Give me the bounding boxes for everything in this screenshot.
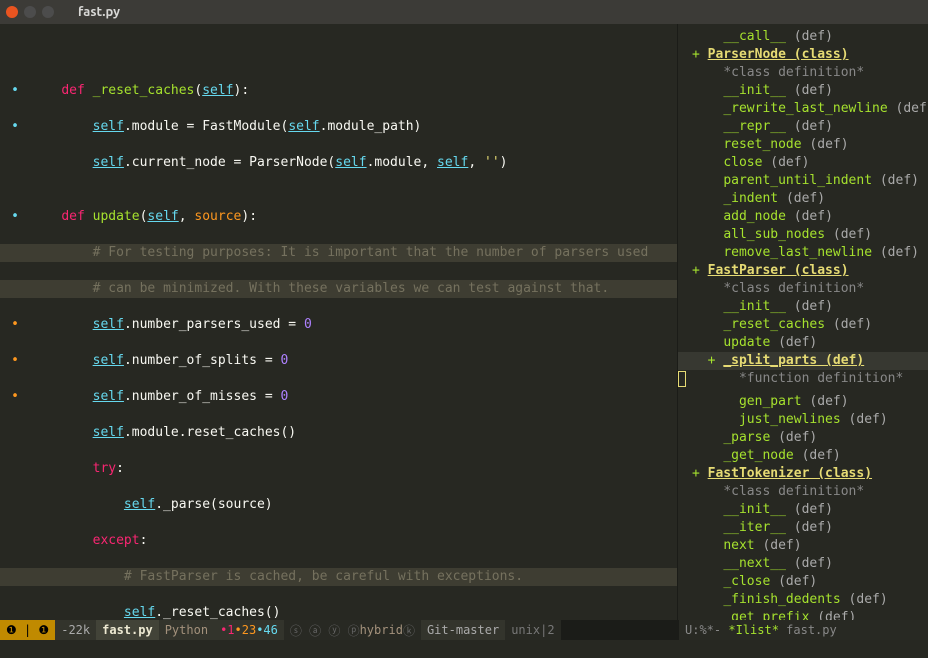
outline-item[interactable]: next (def): [678, 537, 928, 555]
outline-item[interactable]: _indent (def): [678, 190, 928, 208]
outline-item[interactable]: _get_node (def): [678, 447, 928, 465]
window-controls: [6, 6, 54, 18]
code-area[interactable]: • def _reset_caches(self): • self.module…: [0, 24, 677, 620]
outline-pane[interactable]: __call__ (def)+ ParserNode (class) *clas…: [678, 24, 928, 620]
outline-item[interactable]: + FastParser (class): [678, 262, 928, 280]
outline-body[interactable]: __call__ (def)+ ParserNode (class) *clas…: [678, 24, 928, 620]
outline-item[interactable]: _close (def): [678, 573, 928, 591]
minimize-icon[interactable]: [24, 6, 36, 18]
modeline-left: ❶ | ❶ - 22k fast.py Python •1 •23 •46 ⓢ …: [0, 620, 678, 640]
outline-item[interactable]: parent_until_indent (def): [678, 172, 928, 190]
outline-item[interactable]: __init__ (def): [678, 298, 928, 316]
modeline-encoding: unix | 2: [505, 620, 560, 640]
modeline-dash: - 22k: [55, 620, 96, 640]
maximize-icon[interactable]: [42, 6, 54, 18]
outline-item[interactable]: *class definition*: [678, 483, 928, 501]
outline-item[interactable]: __init__ (def): [678, 82, 928, 100]
modeline-row: ❶ | ❶ - 22k fast.py Python •1 •23 •46 ⓢ …: [0, 620, 928, 640]
titlebar: fast.py: [0, 0, 928, 24]
outline-item[interactable]: + _split_parts (def): [678, 352, 928, 370]
outline-item[interactable]: __iter__ (def): [678, 519, 928, 537]
modeline-flycheck: •1 •23 •46: [214, 620, 284, 640]
outline-item[interactable]: + ParserNode (class): [678, 46, 928, 64]
outline-item[interactable]: *class definition*: [678, 280, 928, 298]
outline-item[interactable]: __call__ (def): [678, 28, 928, 46]
outline-item[interactable]: reset_node (def): [678, 136, 928, 154]
outline-item[interactable]: remove_last_newline (def): [678, 244, 928, 262]
outline-item[interactable]: update (def): [678, 334, 928, 352]
outline-item[interactable]: _get_prefix (def): [678, 609, 928, 620]
outline-item[interactable]: all_sub_nodes (def): [678, 226, 928, 244]
outline-item[interactable]: __next__ (def): [678, 555, 928, 573]
modeline-minor: ⓢ ⓐ ⓨ ⓟ hybrid ⓚ: [284, 620, 421, 640]
outline-item[interactable]: close (def): [678, 154, 928, 172]
modeline-filename: fast.py: [96, 620, 159, 640]
window-title: fast.py: [78, 5, 120, 19]
outline-item[interactable]: _parse (def): [678, 429, 928, 447]
outline-item[interactable]: __repr__ (def): [678, 118, 928, 136]
editor-pane[interactable]: • def _reset_caches(self): • self.module…: [0, 24, 678, 620]
outline-item[interactable]: *function definition*: [678, 370, 928, 393]
outline-item[interactable]: _finish_dedents (def): [678, 591, 928, 609]
outline-item[interactable]: add_node (def): [678, 208, 928, 226]
modeline-major-mode: Python: [159, 620, 214, 640]
outline-item[interactable]: _rewrite_last_newline (def): [678, 100, 928, 118]
modeline-right: U:%*- *Ilist* fast.py: [678, 620, 928, 640]
outline-item[interactable]: + FastTokenizer (class): [678, 465, 928, 483]
outline-item[interactable]: *class definition*: [678, 64, 928, 82]
workspace: • def _reset_caches(self): • self.module…: [0, 24, 928, 620]
echo-area: [0, 640, 928, 658]
outline-item[interactable]: _reset_caches (def): [678, 316, 928, 334]
outline-item[interactable]: just_newlines (def): [678, 411, 928, 429]
outline-item[interactable]: __init__ (def): [678, 501, 928, 519]
outline-item[interactable]: gen_part (def): [678, 393, 928, 411]
modeline-vc: Git-master: [421, 620, 505, 640]
modeline-warn: ❶ | ❶: [0, 620, 55, 640]
close-icon[interactable]: [6, 6, 18, 18]
